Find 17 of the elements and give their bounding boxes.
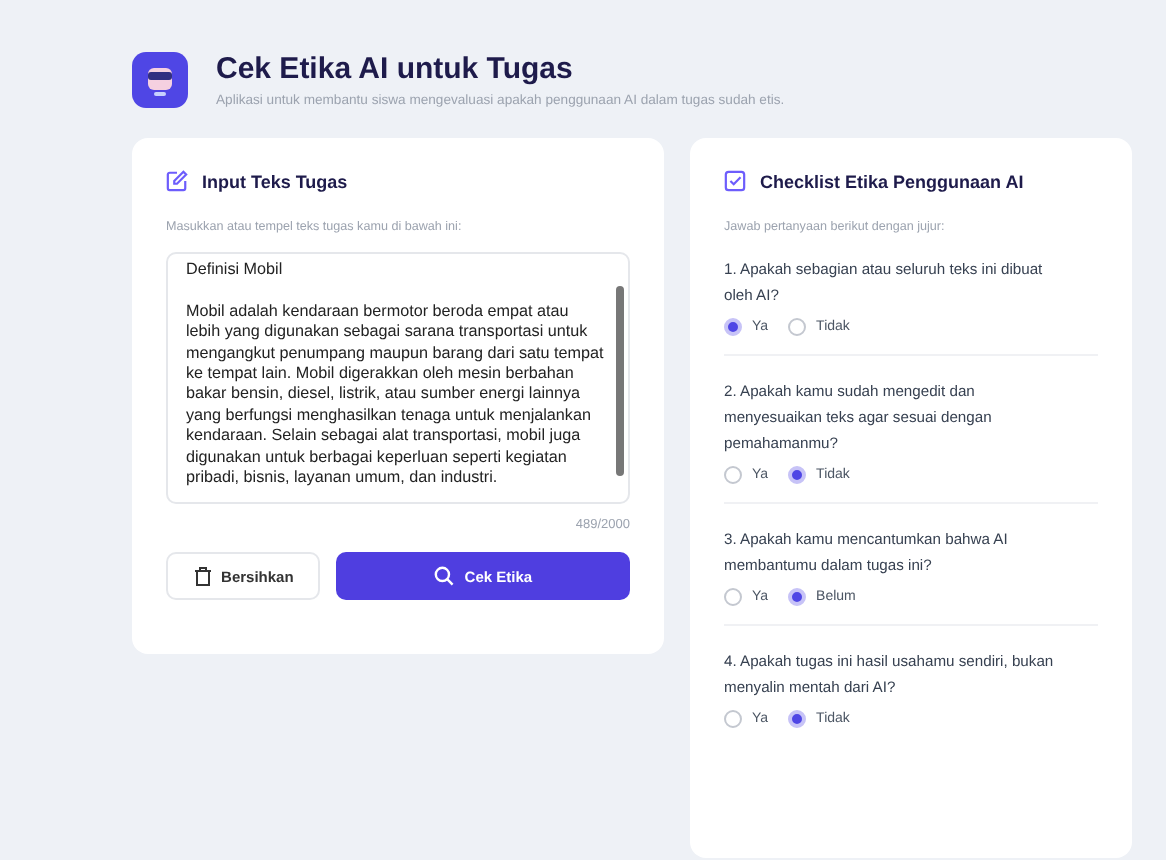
radio-button[interactable] [724,466,742,484]
edit-icon [166,170,188,192]
radio-button[interactable] [788,710,807,728]
panel-title: Checklist Etika Penggunaan AI [760,171,1024,191]
panel-title: Input Teks Tugas [202,171,348,191]
trash-icon [193,566,212,586]
checkbox-icon [724,170,746,192]
radio-button[interactable] [788,318,807,336]
robot-logo-icon [132,52,188,108]
radio-button[interactable] [724,318,742,336]
search-icon [434,566,455,586]
radio-button[interactable] [788,588,807,606]
radio-button[interactable] [724,710,742,728]
text-area[interactable]: Definisi Mobil Mobil adalah kendaraan bermotor beroda empat atau lebih yang digunakan sebagai sarana transportasi untuk mengangkut penumpang maupun barang dari satu tempat ke tempat lain. Mobil digerakkan oleh mesin berbahan bakar bensin, diesel, listrik, atau sumber energi lainnya yang berfungsi menghasilkan tenaga untuk menjalankan kendaraan. Selain sebagai alat transportasi, mobil juga digunakan untuk berbagai keperluan seperti kegiatan pribadi, bisnis, layanan umum, dan industri. [166,252,630,504]
app-title: Cek Etika AI untuk Tugas [216,52,575,86]
radio-button[interactable] [788,466,807,484]
radio-button[interactable] [724,588,742,606]
